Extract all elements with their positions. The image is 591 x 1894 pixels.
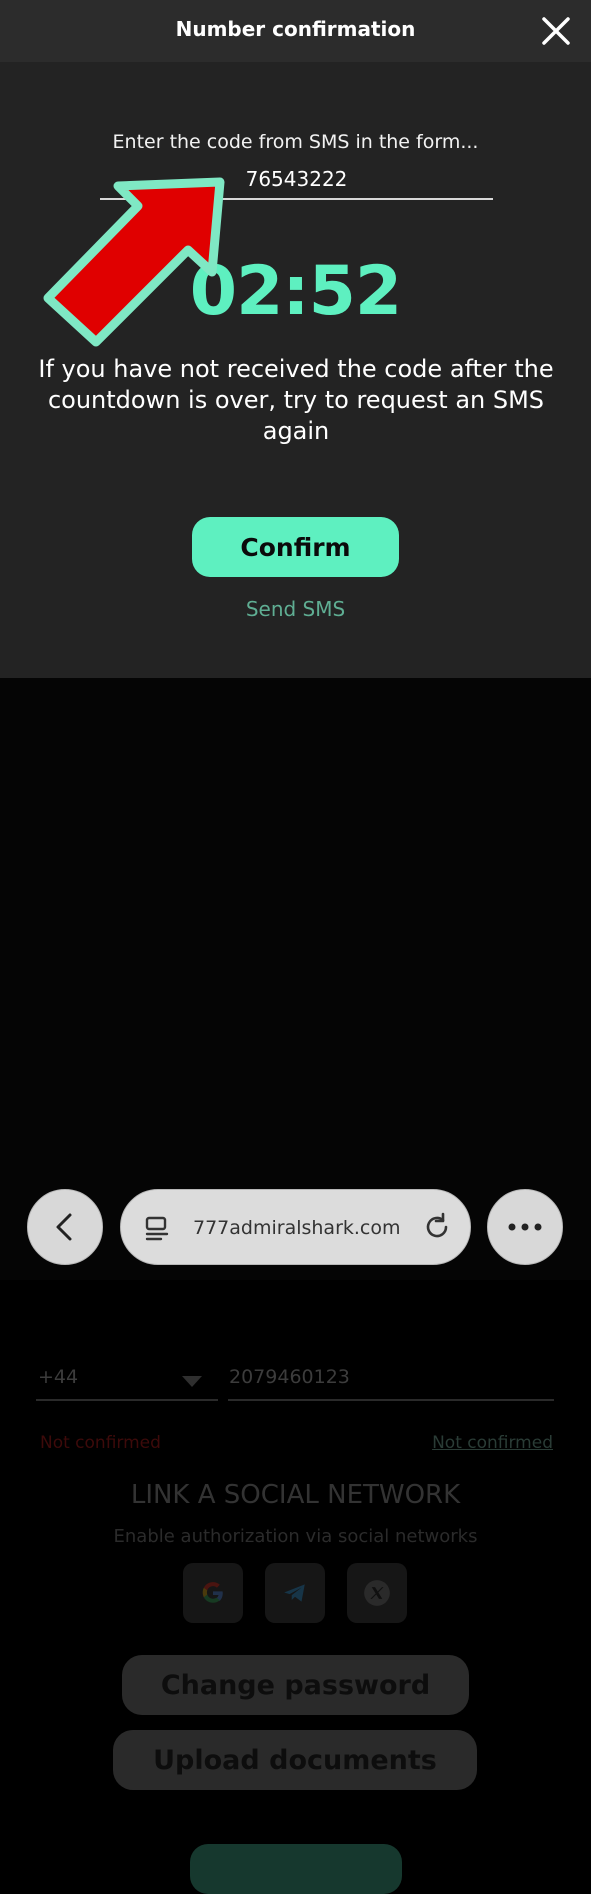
resend-notice: If you have not received the code after … (38, 355, 554, 445)
phone-field[interactable]: 2079460123 (229, 1366, 350, 1388)
tabs-icon (145, 1216, 169, 1241)
upload-documents-button[interactable]: Upload documents (113, 1730, 477, 1790)
url-text: 777admiralshark.com (193, 1217, 401, 1239)
modal-header: Number confirmation (0, 0, 591, 62)
change-password-button[interactable]: Change password (122, 1655, 469, 1715)
country-code-underline (36, 1399, 218, 1401)
telegram-icon (284, 1584, 305, 1602)
social-network-subtitle: Enable authorization via social networks (113, 1526, 478, 1547)
reload-icon[interactable] (422, 1212, 452, 1242)
country-code-select[interactable]: +44 (38, 1366, 78, 1388)
close-icon[interactable] (539, 14, 573, 48)
more-icon (508, 1223, 542, 1231)
send-sms-link[interactable]: Send SMS (0, 597, 591, 621)
page-title: Number confirmation (175, 17, 416, 41)
google-icon (202, 1582, 223, 1603)
telegram-button[interactable] (265, 1563, 325, 1623)
browser-more-button[interactable] (487, 1189, 563, 1265)
confirm-button[interactable]: Confirm (192, 517, 399, 577)
browser-back-button[interactable] (27, 1189, 103, 1265)
code-instruction: Enter the code from SMS in the form... (112, 131, 479, 153)
google-button[interactable] (183, 1563, 243, 1623)
save-button-partial[interactable] (190, 1844, 402, 1894)
phone-underline (228, 1399, 554, 1401)
back-arrow-icon (56, 1213, 72, 1241)
social-network-title: LINK A SOCIAL NETWORK (130, 1480, 461, 1510)
dropdown-caret-icon (182, 1376, 202, 1387)
status-not-confirmed: Not confirmed (40, 1433, 161, 1453)
x-icon (364, 1580, 390, 1606)
not-confirmed-link[interactable]: Not confirmed (432, 1433, 553, 1453)
x-button[interactable] (347, 1563, 407, 1623)
address-bar[interactable]: 777admiralshark.com (120, 1189, 471, 1265)
pointer-arrow-icon (43, 177, 225, 347)
